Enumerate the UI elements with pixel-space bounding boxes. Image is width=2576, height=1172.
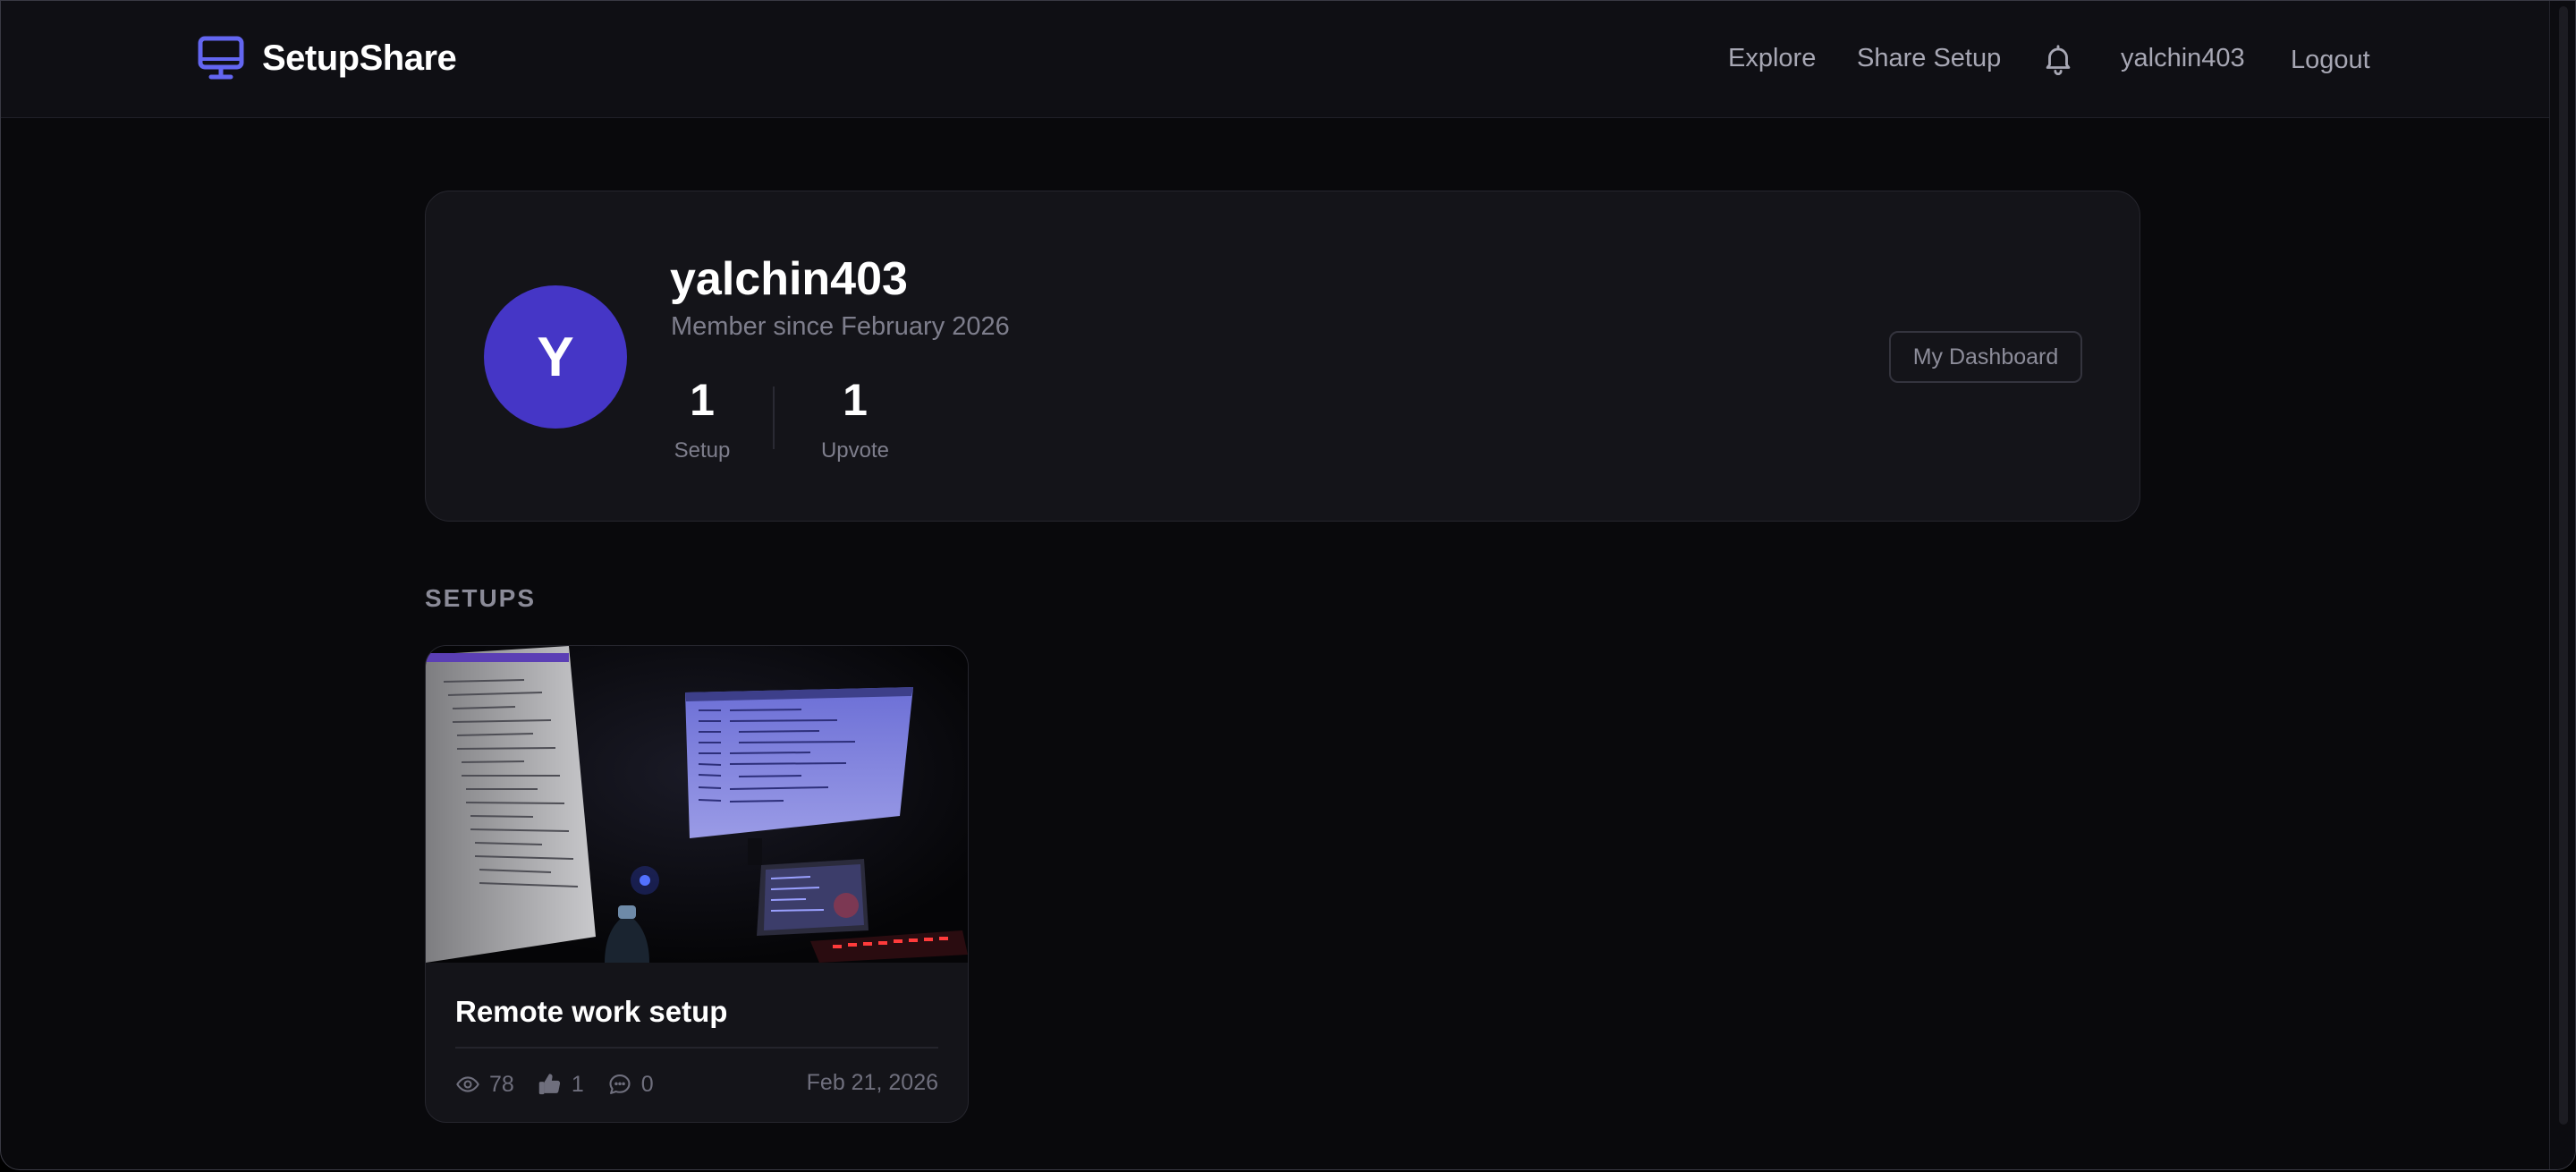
stat-upvotes: 1 Upvote <box>818 378 893 463</box>
upvotes-value: 1 <box>571 1071 584 1097</box>
monitor-icon <box>198 36 244 80</box>
stat-upvotes-label: Upvote <box>820 438 890 463</box>
thumbs-up-icon <box>538 1074 560 1095</box>
nav-username-link[interactable]: yalchin403 <box>2121 44 2245 73</box>
top-navbar: SetupShare Explore Share Setup yalchin40… <box>1 1 2550 118</box>
scrollbar-thumb[interactable] <box>2559 6 2568 1125</box>
comment-icon <box>609 1074 631 1094</box>
profile-username: yalchin403 <box>670 253 908 305</box>
stat-upvotes-value: 1 <box>843 375 868 425</box>
avatar: Y <box>484 285 627 429</box>
stat-setups-label: Setup <box>674 438 731 463</box>
bell-icon[interactable] <box>2041 42 2075 76</box>
upvotes-count[interactable]: 1 <box>538 1072 584 1098</box>
setup-card[interactable]: Remote work setup 78 1 0 Feb 21, 2026 <box>425 645 969 1123</box>
stat-setups: 1 Setup <box>671 378 733 463</box>
brand-logo-link[interactable]: SetupShare <box>198 35 457 81</box>
eye-icon <box>456 1076 479 1092</box>
views-value: 78 <box>489 1071 514 1097</box>
setup-date: Feb 21, 2026 <box>806 1070 938 1095</box>
page-scrollbar[interactable] <box>2549 1 2575 1169</box>
comments-value: 0 <box>640 1071 654 1097</box>
setups-section-title: SETUPS <box>425 584 537 612</box>
stat-divider <box>773 386 775 449</box>
nav-explore-link[interactable]: Explore <box>1728 44 1816 73</box>
card-divider <box>455 1047 938 1049</box>
setup-photo <box>426 646 968 963</box>
brand-name: SetupShare <box>262 38 457 78</box>
profile-card: Y yalchin403 Member since February 2026 … <box>425 191 2140 522</box>
setup-meta: 78 1 0 <box>455 1066 677 1102</box>
setup-title[interactable]: Remote work setup <box>455 995 727 1029</box>
stat-setups-value: 1 <box>690 375 715 425</box>
my-dashboard-button[interactable]: My Dashboard <box>1889 331 2082 383</box>
browser-window: SetupShare Explore Share Setup yalchin40… <box>0 0 2576 1170</box>
comments-count: 0 <box>607 1072 654 1098</box>
member-since-text: Member since February 2026 <box>671 312 1010 341</box>
nav-share-setup-link[interactable]: Share Setup <box>1857 44 2001 73</box>
nav-logout-link[interactable]: Logout <box>2291 46 2370 75</box>
views-count: 78 <box>455 1072 514 1098</box>
